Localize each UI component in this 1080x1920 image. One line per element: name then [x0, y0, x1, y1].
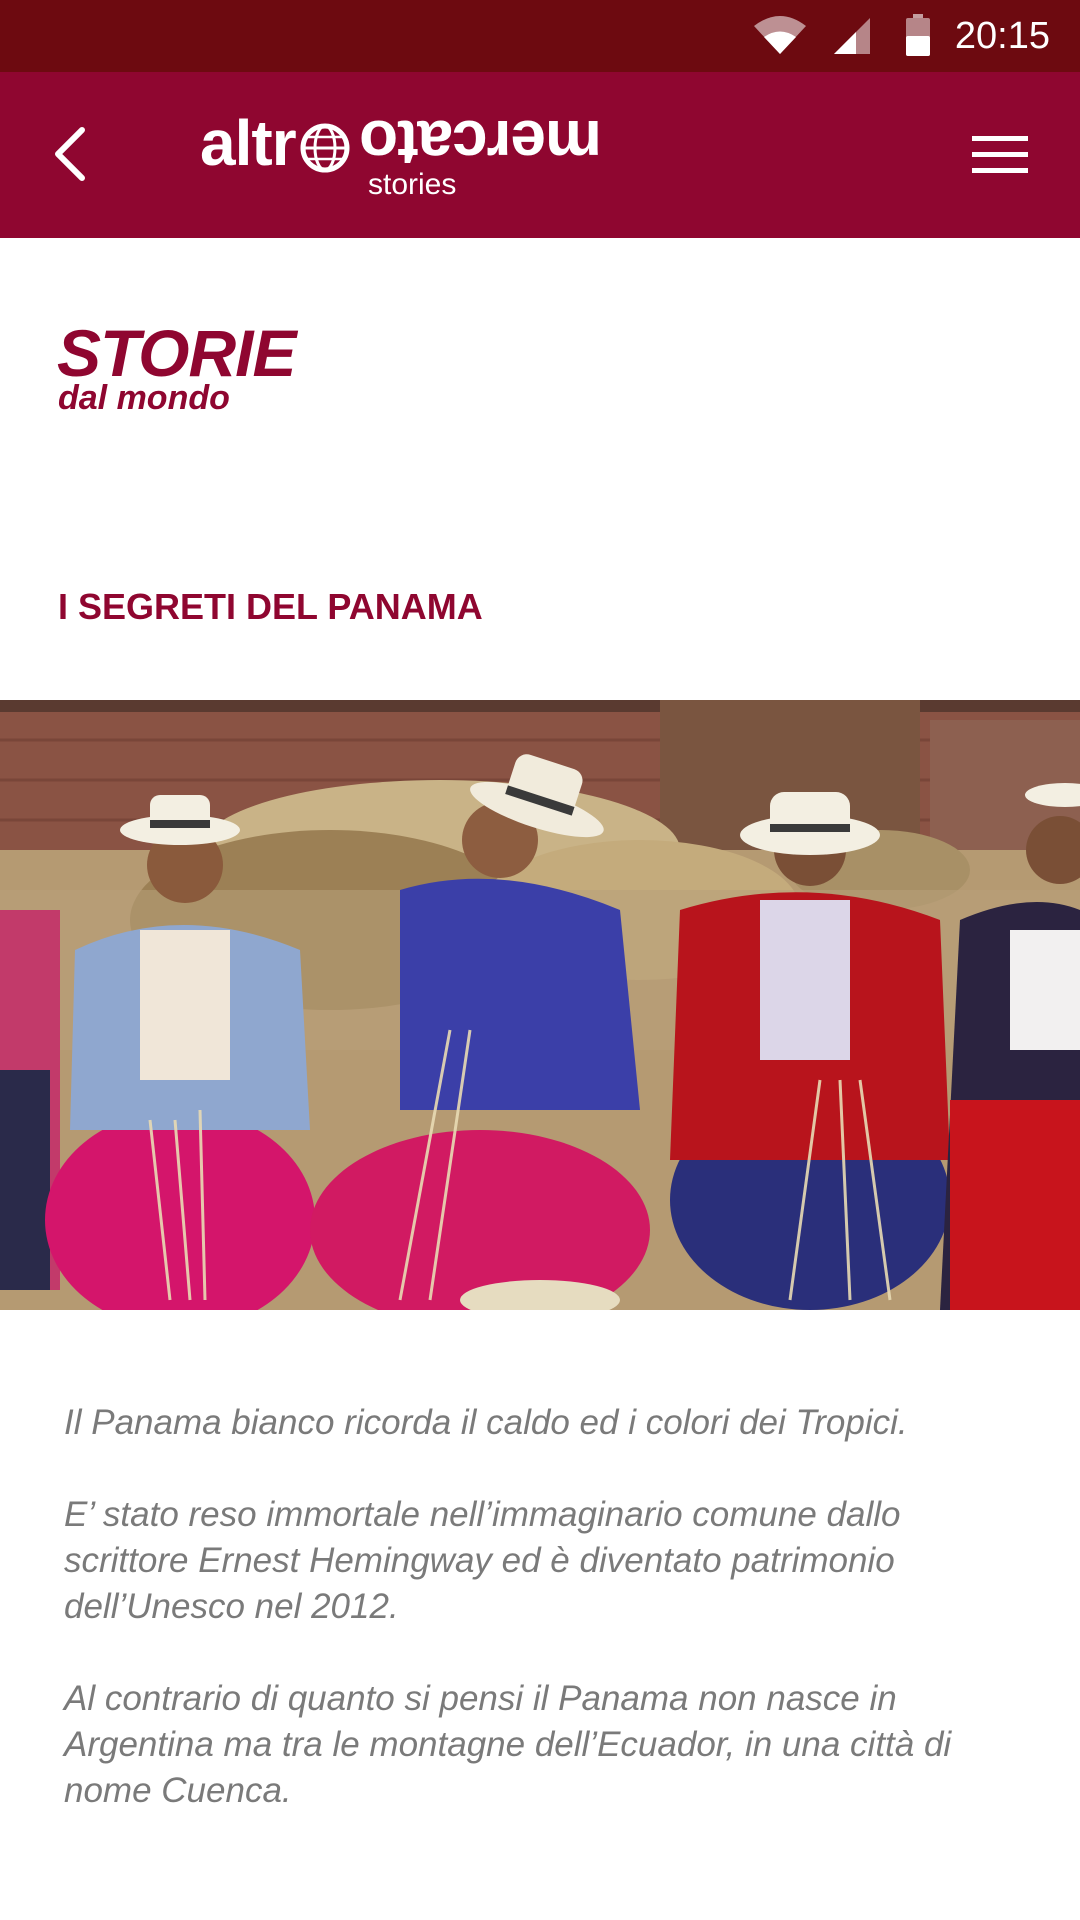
section-title: STORIE: [57, 316, 297, 390]
globe-icon: [300, 123, 350, 173]
app-logo: altr mercato stories: [200, 107, 602, 204]
back-button[interactable]: [30, 114, 110, 194]
status-time: 20:15: [954, 15, 1050, 57]
section-subtitle: dal mondo: [58, 379, 230, 417]
status-bar: 20:15: [0, 0, 1080, 72]
article-title: I SEGRETI DEL PANAMA: [58, 586, 483, 627]
hero-image: [0, 700, 1080, 1310]
menu-button[interactable]: [950, 114, 1050, 194]
article-paragraph: Il Panama bianco ricorda il caldo ed i c…: [64, 1403, 908, 1442]
battery-icon: [906, 14, 930, 56]
hamburger-menu-icon: [972, 136, 1028, 173]
hero-photo-weavers: [0, 700, 1080, 1310]
logo-text-altr: altr: [200, 107, 297, 179]
chevron-left-icon: [55, 127, 85, 181]
logo-subtitle: stories: [368, 168, 457, 201]
app-bar: altr mercato stories: [0, 72, 1080, 238]
article-paragraph: E’ stato reso immortale nell’immaginario…: [64, 1495, 901, 1626]
article-paragraph: Al contrario di quanto si pensi il Panam…: [64, 1679, 952, 1810]
cell-signal-icon: [834, 18, 870, 54]
article-body: Il Panama bianco ricorda il caldo ed i c…: [64, 1400, 1024, 1860]
wifi-icon: [754, 16, 806, 54]
article-content: STORIE dal mondo I SEGRETI DEL PANAMA Il…: [0, 238, 1080, 1920]
